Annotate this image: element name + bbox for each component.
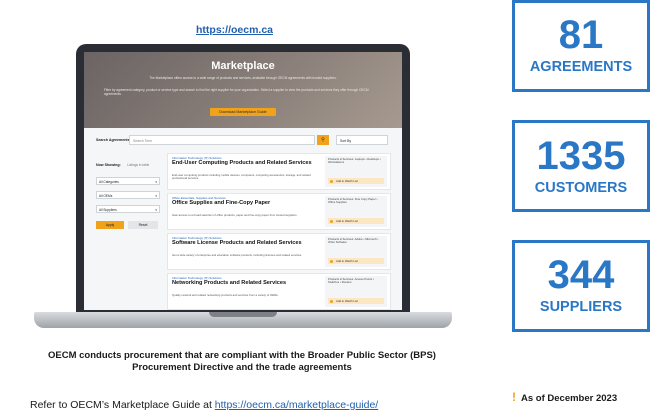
search-button[interactable]: ⚲ — [317, 135, 329, 145]
oem-select[interactable]: All OEMs ▾ — [96, 191, 160, 199]
agreement-title[interactable]: Networking Products and Related Services — [172, 280, 318, 286]
suppliers-label: SUPPLIERS — [539, 299, 623, 315]
filter-panel: Now Showing: Listings in table All Categ… — [96, 153, 160, 229]
customers-stat: 1335 CUSTOMERS — [512, 120, 650, 212]
agreement-title[interactable]: Software License Products and Related Se… — [172, 240, 318, 246]
apply-button[interactable]: Apply — [96, 221, 124, 229]
category-select-value: All Categories — [99, 180, 119, 184]
chevron-down-icon: ▾ — [155, 180, 157, 184]
download-guide-button[interactable]: Download Marketplace Guide — [210, 108, 276, 116]
watch-list-button[interactable]: Add to Watch List — [328, 218, 384, 224]
agreement-products: Products & Services: Adobe • Microsoft •… — [328, 237, 379, 245]
customers-label: CUSTOMERS — [534, 180, 628, 196]
laptop-lid: Marketplace The Marketplace offers acces… — [76, 44, 410, 312]
agreements-stat: 81 AGREEMENTS — [512, 0, 650, 92]
as-of-note: ! As of December 2023 — [512, 390, 617, 404]
search-label: Search Agreements — [96, 138, 130, 142]
supplier-select[interactable]: All Suppliers ▾ — [96, 205, 160, 213]
agreement-products: Products & Services: Fine Copy Paper • O… — [328, 197, 378, 205]
guide-reference: Refer to OECM’s Marketplace Guide at htt… — [30, 399, 378, 411]
agreement-card[interactable]: Office Essentials, Supplies and Services… — [167, 193, 391, 230]
oem-select-value: All OEMs — [99, 194, 113, 198]
supplier-select-value: All Suppliers — [99, 208, 117, 212]
category-select[interactable]: All Categories ▾ — [96, 177, 160, 185]
chevron-down-icon: ▾ — [155, 194, 157, 198]
laptop-illustration: Marketplace The Marketplace offers acces… — [34, 44, 452, 346]
agreements-label: AGREEMENTS — [529, 59, 633, 75]
agreement-sidebar: Products & Services: Fine Copy Paper • O… — [325, 196, 387, 227]
search-input[interactable]: Search Term — [129, 135, 315, 145]
search-row: Search Agreements Search Term ⚲ Sort By — [96, 135, 390, 147]
marketplace-screenshot: Marketplace The Marketplace offers acces… — [84, 52, 402, 310]
agreement-title[interactable]: End-User Computing Products and Related … — [172, 160, 318, 166]
marketplace-hero: Marketplace The Marketplace offers acces… — [84, 52, 402, 128]
now-showing-value: Listings in table — [127, 163, 150, 167]
agreement-description: Gain access to a broad selection of offi… — [172, 213, 298, 217]
agreement-sidebar: Products & Services: Laptops • Desktops … — [325, 156, 387, 187]
agreements-count: 81 — [558, 13, 604, 57]
watch-list-button[interactable]: Add to Watch List — [328, 178, 384, 184]
suppliers-count: 344 — [547, 253, 615, 297]
agreement-sidebar: Products & Services: Access Points • Swi… — [325, 276, 387, 307]
now-showing-label: Now Showing: — [96, 163, 121, 167]
agreement-title[interactable]: Office Supplies and Fine-Copy Paper — [172, 200, 318, 206]
watch-list-button[interactable]: Add to Watch List — [328, 258, 384, 264]
agreement-card[interactable]: Information Technology (IT) Solutions So… — [167, 233, 391, 270]
agreement-description: End-user computing products including mo… — [172, 173, 311, 181]
customers-count: 1335 — [536, 134, 626, 178]
watch-list-button[interactable]: Add to Watch List — [328, 298, 384, 304]
agreement-description: Quality network and related networking p… — [172, 293, 279, 297]
hero-title: Marketplace — [211, 60, 275, 72]
agreement-card[interactable]: Information Technology (IT) Solutions Ne… — [167, 273, 391, 310]
laptop-notch — [209, 312, 277, 317]
compliance-caption: OECM conducts procurement that are compl… — [48, 350, 436, 373]
agreement-results: Information Technology (IT) Solutions En… — [167, 153, 391, 310]
agreement-description: Get a wide variety of enterprise and edu… — [172, 253, 302, 257]
agreement-products: Products & Services: Access Points • Swi… — [328, 277, 374, 285]
chevron-down-icon: ▾ — [155, 208, 157, 212]
hero-instructions-text: Filter by agreement category, product or… — [104, 88, 369, 96]
filter-buttons: Apply Reset — [96, 221, 160, 229]
as-of-text: As of December 2023 — [521, 393, 618, 404]
marketplace-guide-link[interactable]: https://oecm.ca/marketplace-guide/ — [215, 399, 378, 411]
agreement-sidebar: Products & Services: Adobe • Microsoft •… — [325, 236, 387, 267]
agreement-card[interactable]: Information Technology (IT) Solutions En… — [167, 153, 391, 190]
alert-icon: ! — [512, 390, 516, 404]
reset-button[interactable]: Reset — [128, 221, 158, 229]
guide-reference-text: Refer to OECM’s Marketplace Guide at — [30, 399, 215, 411]
oecm-website-link[interactable]: https://oecm.ca — [196, 24, 273, 36]
now-showing: Now Showing: Listings in table — [96, 153, 160, 171]
sort-select[interactable]: Sort By — [336, 135, 388, 145]
agreement-products: Products & Services: Laptops • Desktops … — [328, 157, 381, 165]
search-icon: ⚲ — [321, 137, 325, 143]
hero-intro-text: The Marketplace offers access to a wide … — [149, 76, 337, 80]
suppliers-stat: 344 SUPPLIERS — [512, 240, 650, 332]
